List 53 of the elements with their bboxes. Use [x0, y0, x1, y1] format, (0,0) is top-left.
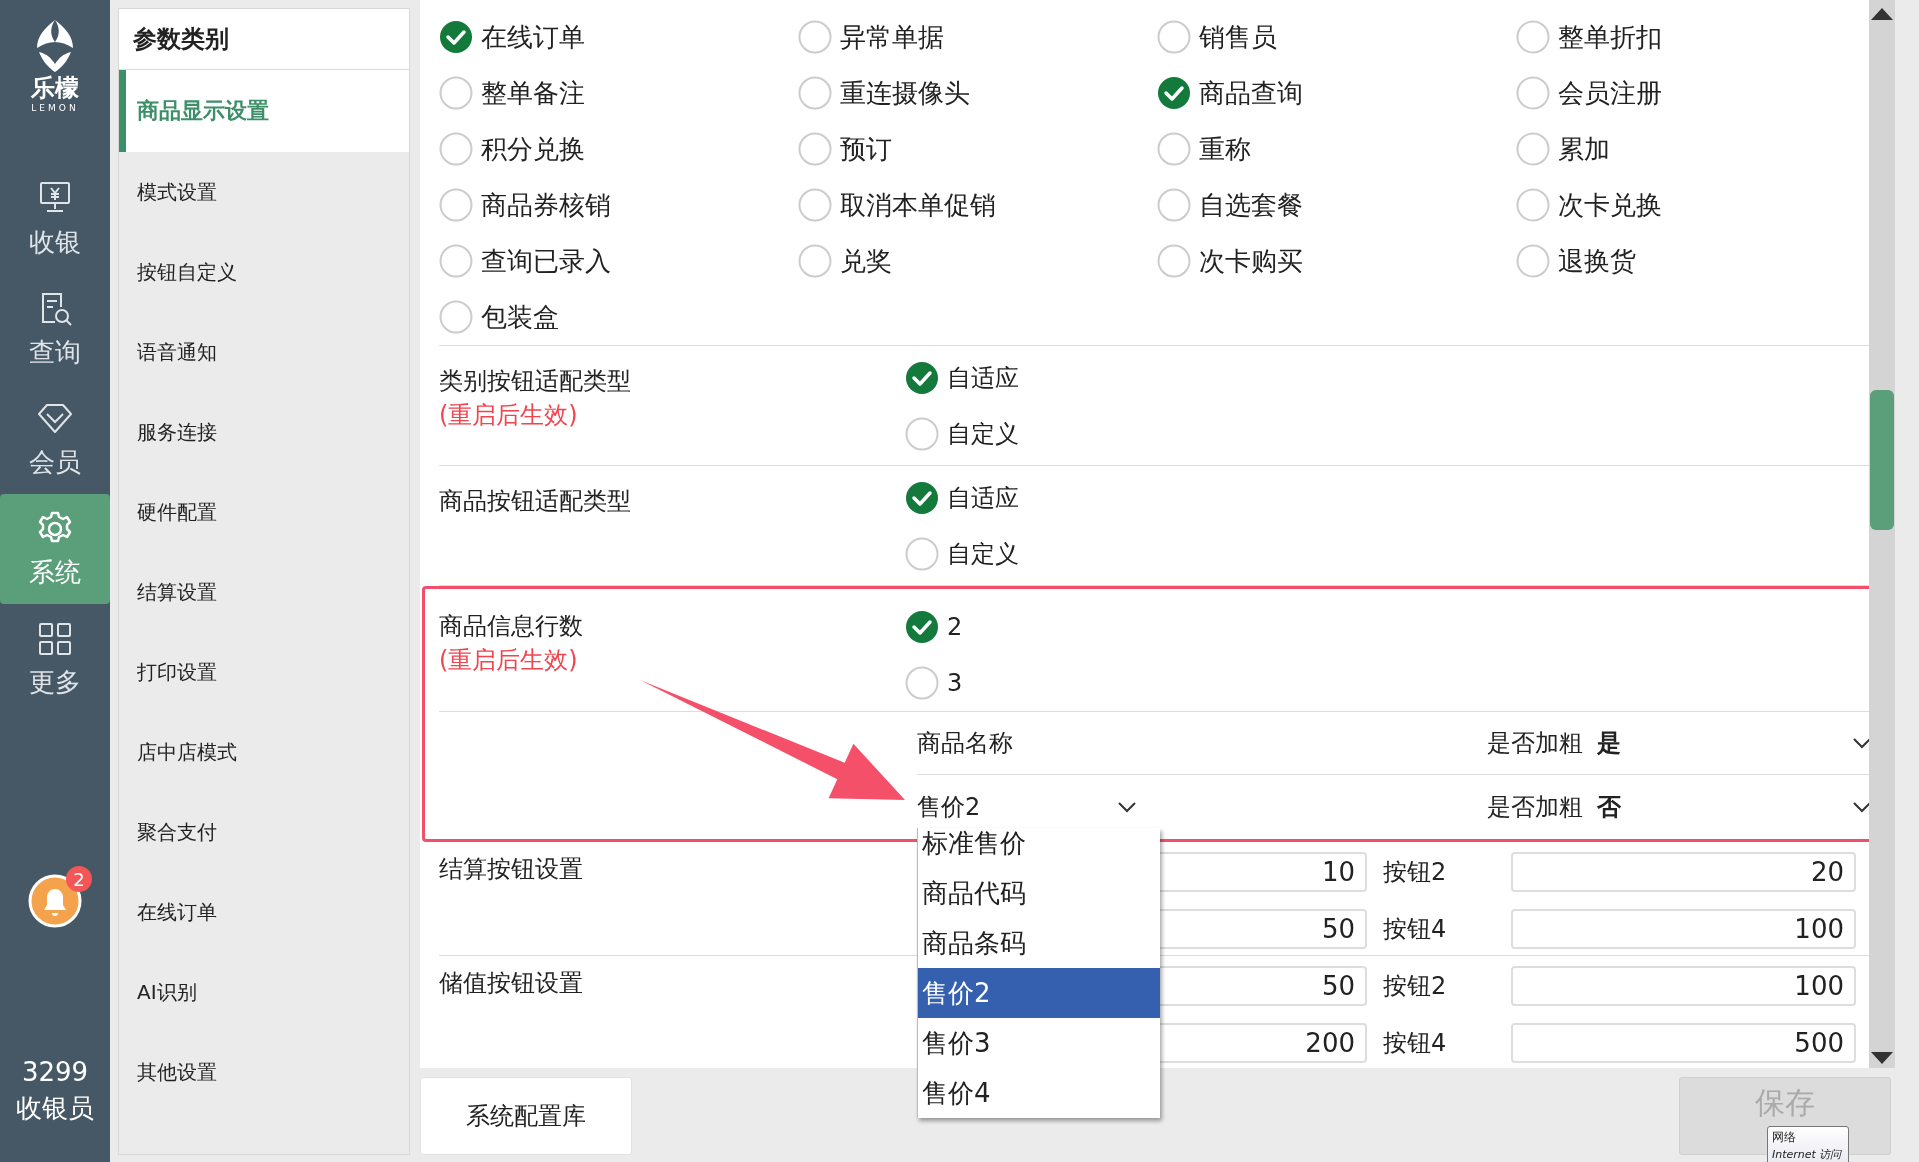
- option-label: 预订: [840, 132, 892, 166]
- setting-label: 商品按钮适配类型: [439, 486, 632, 517]
- user-id: 3299: [21, 1056, 89, 1089]
- nav-label: 会员: [29, 445, 81, 479]
- option-label: 包装盒: [481, 300, 559, 334]
- logo-text: 乐檬: [31, 74, 79, 102]
- logo-subtext: LEMON: [31, 102, 79, 114]
- option-label: 自选套餐: [1199, 188, 1303, 222]
- setting-label: 类别按钮适配类型: [439, 366, 632, 397]
- tooltip-title: 网络: [1772, 1129, 1797, 1146]
- restart-note: (重启后生效): [439, 645, 579, 676]
- option-label: 在线订单: [481, 20, 585, 54]
- field-name: 商品名称: [917, 728, 1014, 759]
- setting-label: 储值按钮设置: [439, 968, 584, 999]
- option-label: 整单折扣: [1558, 20, 1662, 54]
- setting-label: 结算按钮设置: [439, 854, 584, 885]
- option-label: 重连摄像头: [840, 76, 970, 110]
- nav-label: 查询: [29, 335, 81, 369]
- nav-label: 系统: [29, 555, 81, 589]
- choice-label: 3: [947, 669, 963, 697]
- option-label: 积分兑换: [481, 132, 585, 166]
- option-label: 查询已录入: [481, 244, 611, 278]
- button-label: 按钮4: [1383, 1028, 1448, 1059]
- setting-label: 商品信息行数: [439, 611, 584, 642]
- button-label: 按钮4: [1383, 914, 1448, 945]
- user-role: 收银员: [16, 1092, 94, 1125]
- option-label: 会员注册: [1558, 76, 1662, 110]
- option-label: 兑奖: [840, 244, 892, 278]
- option-label: 销售员: [1199, 20, 1277, 54]
- option-label: 取消本单促销: [840, 188, 996, 222]
- restart-note: (重启后生效): [439, 400, 579, 431]
- option-label: 整单备注: [481, 76, 585, 110]
- option-label: 异常单据: [840, 20, 944, 54]
- bold-label: 是否加粗: [1487, 728, 1583, 759]
- option-label: 退换货: [1558, 244, 1636, 278]
- nav-label: 更多: [29, 665, 81, 699]
- choice-label: 2: [947, 613, 963, 641]
- choice-label: 自适应: [947, 363, 1019, 394]
- notification-badge: 2: [66, 866, 92, 892]
- nav-label: 收银: [29, 225, 81, 259]
- button-label: 按钮2: [1383, 971, 1448, 1002]
- choice-label: 自定义: [947, 419, 1019, 450]
- option-label: 累加: [1558, 132, 1610, 166]
- option-label: 重称: [1199, 132, 1251, 166]
- choice-label: 自适应: [947, 483, 1019, 514]
- option-label: 商品券核销: [481, 188, 611, 222]
- option-label: 次卡兑换: [1558, 188, 1662, 222]
- choice-label: 自定义: [947, 539, 1019, 570]
- button-label: 按钮2: [1383, 857, 1448, 888]
- bold-label: 是否加粗: [1487, 792, 1583, 823]
- option-label: 商品查询: [1199, 76, 1303, 110]
- option-label: 次卡购买: [1199, 244, 1303, 278]
- panel-title: 参数类别: [119, 9, 409, 70]
